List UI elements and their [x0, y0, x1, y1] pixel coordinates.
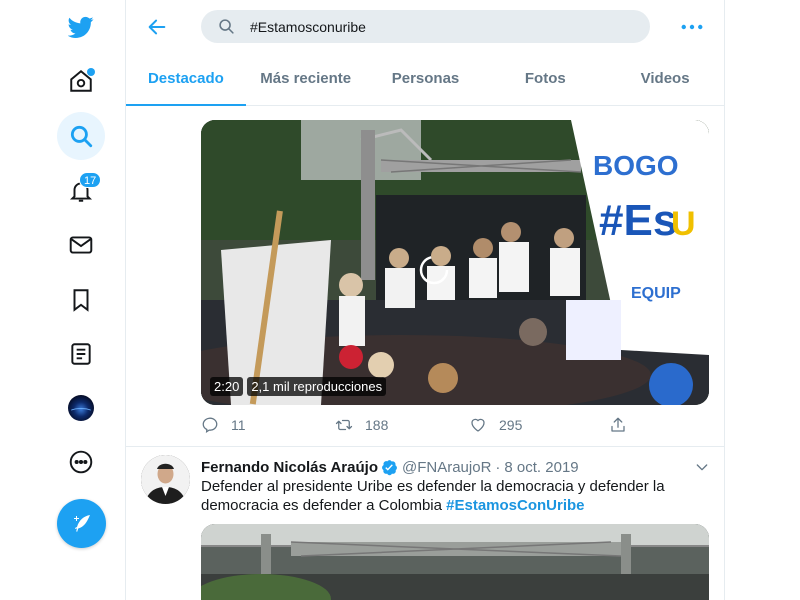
more-options-icon[interactable] — [57, 438, 105, 486]
share-icon — [611, 417, 625, 432]
verified-badge-icon — [382, 459, 397, 475]
search-icon — [219, 19, 234, 34]
video-views: 2,1 mil reproducciones — [247, 377, 387, 396]
media-preview-image — [201, 524, 709, 600]
heart-icon — [471, 418, 485, 432]
tweet-text: Defender al presidente Uribe es defender… — [201, 477, 696, 515]
home-icon[interactable] — [57, 57, 105, 105]
like-count: 295 — [499, 417, 523, 433]
tweet-header: Fernando Nicolás Araújo @FNAraujoR · 8 o… — [201, 457, 701, 477]
tweet-options-button[interactable] — [694, 459, 710, 475]
reply-count: 11 — [231, 417, 246, 433]
retweet-icon — [335, 419, 353, 431]
tweet-media-preview[interactable] — [201, 524, 709, 600]
video-duration: 2:20 — [210, 377, 244, 396]
compose-tweet-button[interactable] — [57, 499, 106, 548]
tab-fotos[interactable]: Fotos — [485, 56, 605, 105]
new-content-dot — [87, 68, 95, 76]
ellipsis-icon — [681, 24, 703, 30]
like-button[interactable]: 295 — [469, 416, 609, 434]
separator-dot: · — [495, 458, 501, 476]
tab-destacado[interactable]: Destacado — [126, 56, 246, 106]
share-button[interactable] — [609, 416, 639, 434]
left-nav: 17 — [0, 0, 126, 600]
video-meta: 2:20 2,1 mil reproducciones — [210, 377, 387, 396]
video-player[interactable]: BOGO #Es U EQUIP 2:20 2,1 mil reproducci… — [201, 120, 709, 405]
notifications-badge: 17 — [79, 172, 102, 188]
notifications-icon[interactable]: 17 — [57, 167, 105, 215]
retweet-button[interactable]: 188 — [335, 416, 469, 434]
twitter-logo-icon[interactable] — [57, 3, 105, 51]
author-name[interactable]: Fernando Nicolás Araújo — [201, 459, 378, 476]
reply-icon — [202, 417, 218, 434]
search-box — [201, 10, 650, 43]
lists-icon[interactable] — [57, 330, 105, 378]
chevron-down-icon — [696, 464, 708, 471]
back-button[interactable] — [142, 12, 172, 42]
svg-text:EQUIP: EQUIP — [631, 285, 681, 302]
video-thumbnail: BOGO #Es U EQUIP — [201, 120, 709, 405]
tab-mas-reciente[interactable]: Más reciente — [246, 56, 366, 105]
explore-icon[interactable] — [57, 112, 105, 160]
tab-videos[interactable]: Videos — [605, 56, 724, 105]
tab-personas[interactable]: Personas — [366, 56, 486, 105]
retweet-count: 188 — [365, 417, 389, 433]
arrow-left-icon — [148, 19, 166, 35]
svg-text:#Es: #Es — [599, 196, 677, 245]
compose-feather-icon — [73, 514, 90, 532]
reply-button[interactable]: 11 — [201, 416, 335, 434]
more-button[interactable] — [678, 15, 706, 39]
tweet-hashtag-link[interactable]: #EstamosConUribe — [446, 497, 584, 514]
search-input[interactable] — [250, 10, 630, 43]
avatar[interactable] — [141, 455, 190, 504]
messages-icon[interactable] — [57, 221, 105, 269]
top-bar — [126, 0, 724, 55]
search-tabs: Destacado Más reciente Personas Fotos Vi… — [126, 56, 724, 106]
avatar-image — [141, 455, 190, 504]
tweet-text-body: Defender al presidente Uribe es defender… — [201, 478, 665, 514]
tweet-date[interactable]: 8 oct. 2019 — [504, 459, 578, 476]
author-handle[interactable]: @FNAraujoR — [402, 459, 491, 476]
profile-avatar-icon[interactable] — [57, 384, 105, 432]
tweet-actions: 11 188 295 — [201, 412, 641, 438]
svg-text:U: U — [671, 205, 696, 243]
bookmarks-icon[interactable] — [57, 276, 105, 324]
tweet-divider — [126, 446, 724, 447]
main-column: Destacado Más reciente Personas Fotos Vi… — [126, 0, 725, 600]
svg-text:BOGO: BOGO — [593, 150, 679, 181]
